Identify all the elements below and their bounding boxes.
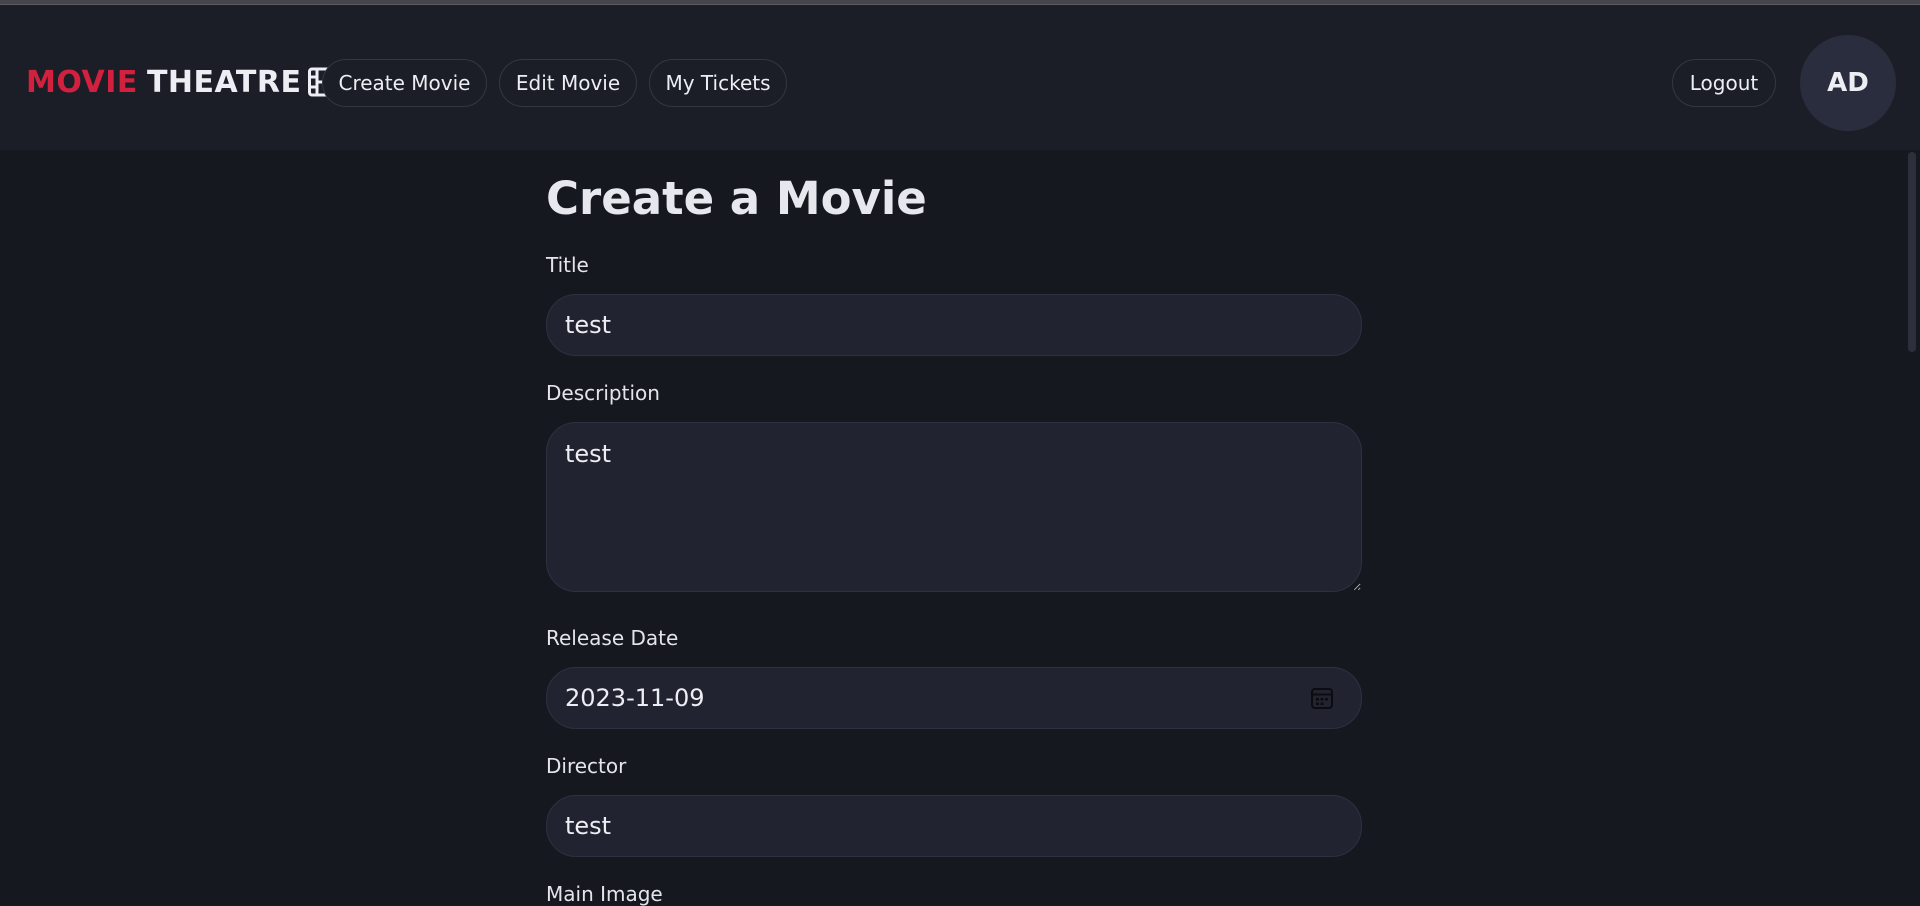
main-image-label: Main Image: [546, 882, 663, 906]
title-label: Title: [546, 253, 589, 277]
top-navbar: MOVIE THEATRE Create Movie Edit Movie My…: [0, 5, 1920, 150]
director-label: Director: [546, 754, 627, 778]
logout-button[interactable]: Logout: [1672, 59, 1776, 107]
create-movie-button[interactable]: Create Movie: [322, 59, 487, 107]
brand-word-theatre: THEATRE: [146, 64, 302, 100]
scrollbar-thumb[interactable]: [1908, 152, 1916, 352]
brand-logo[interactable]: MOVIE THEATRE: [26, 60, 343, 104]
description-label: Description: [546, 381, 660, 405]
brand-word-movie: MOVIE: [26, 64, 138, 100]
release-date-picker: [546, 667, 1362, 729]
edit-movie-button[interactable]: Edit Movie: [499, 59, 637, 107]
my-tickets-button[interactable]: My Tickets: [649, 59, 787, 107]
title-input[interactable]: [546, 294, 1362, 356]
calendar-icon[interactable]: [1310, 686, 1334, 710]
page-title: Create a Movie: [546, 172, 927, 225]
release-date-label: Release Date: [546, 626, 679, 650]
description-textarea[interactable]: test: [546, 422, 1362, 592]
release-date-input[interactable]: [546, 667, 1362, 729]
director-input[interactable]: [546, 795, 1362, 857]
avatar[interactable]: AD: [1800, 35, 1896, 131]
